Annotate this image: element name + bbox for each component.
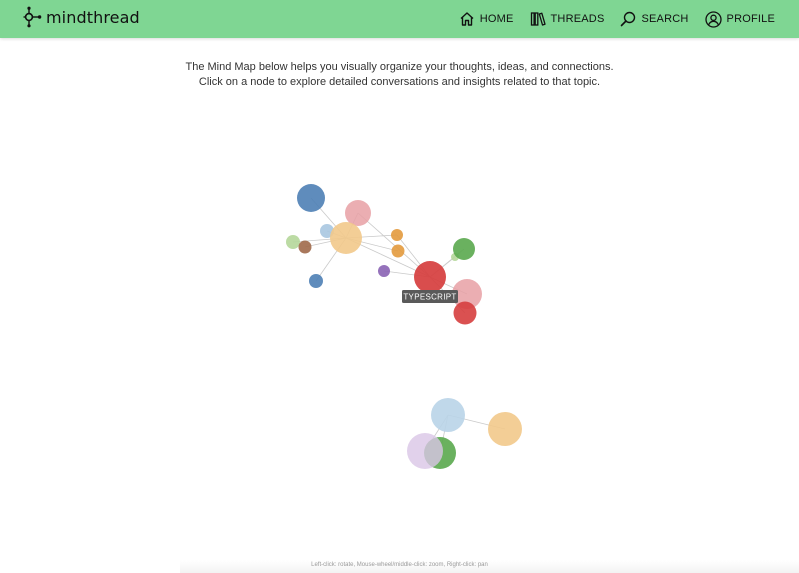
- graph-node[interactable]: [298, 240, 312, 254]
- graph-node[interactable]: [391, 229, 403, 241]
- graph-node[interactable]: [345, 200, 371, 226]
- node-tooltip: TYPESCRIPT: [402, 290, 458, 303]
- graph-node[interactable]: [431, 398, 465, 432]
- graph-node[interactable]: [488, 412, 522, 446]
- controls-hint: Left-click: rotate, Mouse-wheel/middle-c…: [311, 562, 488, 568]
- mind-map-canvas[interactable]: TYPESCRIPT: [0, 0, 799, 573]
- graph-node[interactable]: [330, 222, 362, 254]
- graph-node[interactable]: [453, 301, 477, 325]
- graph-node[interactable]: [407, 433, 443, 469]
- graph-node[interactable]: [391, 244, 405, 258]
- graph-node-typescript[interactable]: [414, 261, 446, 293]
- graph-node[interactable]: [309, 274, 323, 288]
- graph-node[interactable]: [286, 235, 300, 249]
- graph-node[interactable]: [453, 238, 475, 260]
- mind-map-nodes[interactable]: [286, 184, 482, 325]
- mind-map-nodes-secondary[interactable]: [407, 398, 522, 469]
- graph-node[interactable]: [297, 184, 325, 212]
- node-tooltip-label: TYPESCRIPT: [403, 293, 456, 302]
- graph-node[interactable]: [378, 265, 390, 277]
